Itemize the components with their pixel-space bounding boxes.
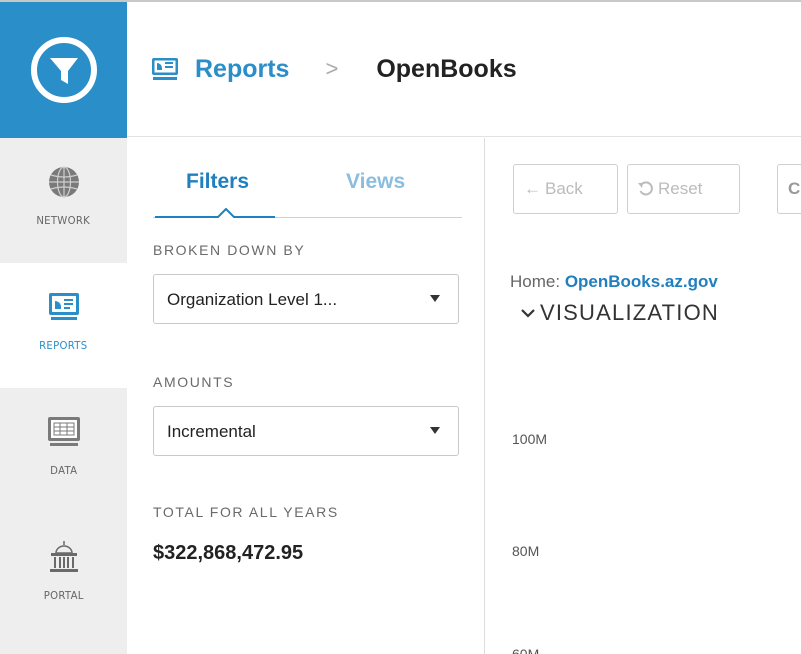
reset-button-label: Reset bbox=[658, 179, 703, 198]
broken-down-by-label: BROKEN DOWN BY bbox=[153, 242, 306, 258]
chevron-down-icon bbox=[430, 295, 440, 302]
page-title: OpenBooks bbox=[376, 54, 517, 83]
tab-views[interactable]: Views bbox=[346, 170, 405, 194]
visualization-section-toggle[interactable]: VISUALIZATION bbox=[520, 300, 719, 326]
reset-icon bbox=[638, 181, 653, 196]
chevron-down-icon bbox=[521, 309, 535, 318]
y-axis-tick: 60M bbox=[512, 646, 540, 654]
reports-icon bbox=[44, 287, 84, 327]
amounts-select[interactable]: Incremental bbox=[153, 406, 459, 456]
logo-funnel-icon bbox=[30, 37, 97, 103]
home-prefix: Home: bbox=[510, 272, 561, 291]
tab-notch-indicator bbox=[217, 208, 235, 218]
broken-down-by-select[interactable]: Organization Level 1... bbox=[153, 274, 459, 324]
reset-button[interactable]: Reset bbox=[627, 164, 740, 214]
toolbar-button-partial[interactable]: C bbox=[777, 164, 801, 214]
amounts-label: AMOUNTS bbox=[153, 374, 235, 390]
active-tab-indicator bbox=[155, 216, 275, 218]
nav-item-portal-label: PORTAL bbox=[43, 589, 84, 602]
visualization-title: VISUALIZATION bbox=[540, 300, 719, 325]
arrow-left-icon: ← bbox=[524, 179, 541, 198]
home-link[interactable]: OpenBooks.az.gov bbox=[565, 272, 718, 291]
filter-panel: Filters Views BROKEN DOWN BY Organizatio… bbox=[127, 138, 485, 654]
nav-item-data[interactable]: DATA bbox=[0, 388, 127, 513]
nav-item-reports[interactable]: REPORTS bbox=[0, 263, 127, 388]
broken-down-by-value: Organization Level 1... bbox=[167, 290, 338, 309]
back-button-label: Back bbox=[545, 179, 583, 198]
total-label: TOTAL FOR ALL YEARS bbox=[153, 504, 339, 520]
breadcrumb-separator: > bbox=[325, 56, 339, 81]
breadcrumb-reports-link[interactable]: Reports bbox=[195, 55, 289, 84]
y-axis-tick: 80M bbox=[512, 543, 540, 559]
breadcrumb-reports-icon bbox=[151, 56, 181, 82]
toolbar-button-partial-label: C bbox=[788, 179, 801, 198]
nav-item-network-label: NETWORK bbox=[36, 214, 91, 227]
tab-filters[interactable]: Filters bbox=[186, 170, 249, 194]
amounts-value: Incremental bbox=[167, 422, 256, 441]
page-header: Reports > OpenBooks bbox=[127, 2, 801, 137]
home-breadcrumb: Home: OpenBooks.az.gov bbox=[510, 272, 718, 292]
globe-icon bbox=[44, 162, 84, 202]
data-monitor-icon bbox=[44, 412, 84, 452]
chevron-down-icon bbox=[430, 427, 440, 434]
total-value: $322,868,472.95 bbox=[153, 542, 304, 564]
side-nav: NETWORK REPORTS DATA PORTAL bbox=[0, 138, 127, 654]
main-content: ← Back Reset C Home: OpenBooks.az.gov VI… bbox=[486, 138, 801, 654]
app-logo[interactable] bbox=[0, 2, 127, 138]
nav-item-portal[interactable]: PORTAL bbox=[0, 513, 127, 638]
y-axis-tick: 100M bbox=[512, 431, 548, 447]
nav-item-data-label: DATA bbox=[49, 464, 78, 477]
panel-tabs: Filters Views bbox=[153, 170, 462, 218]
nav-item-network[interactable]: NETWORK bbox=[0, 138, 127, 263]
nav-item-reports-label: REPORTS bbox=[39, 339, 88, 352]
capitol-building-icon bbox=[44, 537, 84, 577]
back-button[interactable]: ← Back bbox=[513, 164, 618, 214]
